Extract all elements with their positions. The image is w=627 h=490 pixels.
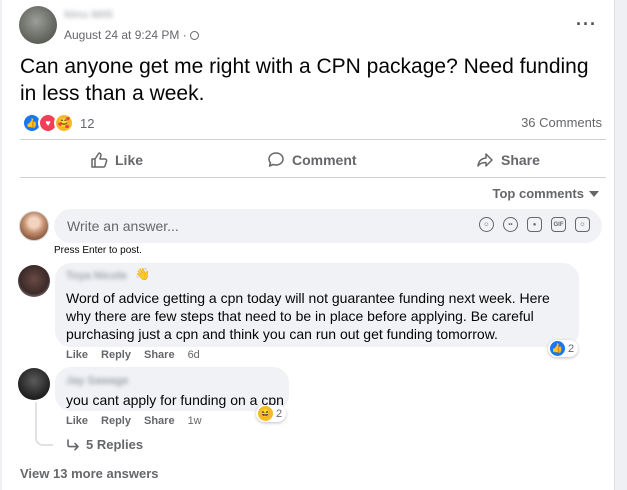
comment-reaction-count: 2: [276, 407, 283, 420]
like-reaction-icon: 👍: [550, 341, 565, 356]
comment-reply-link[interactable]: Reply: [101, 415, 131, 427]
share-button[interactable]: Share: [476, 151, 540, 169]
globe-icon: [189, 30, 199, 40]
comment-reactions[interactable]: 😆 2: [256, 405, 287, 422]
post-text: Can anyone get me right with a CPN packa…: [20, 55, 589, 105]
comment-reply-link[interactable]: Reply: [101, 349, 131, 361]
composer-tools: ☺ •• ● GIF ☺: [479, 217, 590, 232]
replies-label: 5 Replies: [86, 437, 144, 452]
gif-icon[interactable]: GIF: [551, 217, 566, 232]
sort-label: Top comments: [492, 186, 585, 201]
comment-actions: Like Reply Share 6d: [66, 349, 200, 361]
share-arrow-icon: [477, 153, 493, 167]
divider: [20, 177, 606, 178]
comment-like-link[interactable]: Like: [66, 415, 88, 427]
comment-label: Comment: [292, 152, 357, 168]
post-card: Ninu Milli August 24 at 9:24 PM · ··· Ca…: [2, 0, 615, 490]
comments-count[interactable]: 36 Comments: [521, 115, 602, 130]
sticker-icon[interactable]: ☺: [575, 217, 590, 232]
share-label: Share: [501, 152, 540, 168]
post-meta: August 24 at 9:24 PM ·: [64, 28, 199, 42]
commenter-avatar[interactable]: [18, 265, 50, 297]
reaction-count: 12: [80, 115, 95, 131]
answer-composer[interactable]: ☺ •• ● GIF ☺: [54, 209, 602, 243]
view-replies-link[interactable]: 5 Replies: [66, 437, 143, 452]
thread-connector: [35, 402, 53, 446]
post-author-name[interactable]: Ninu Milli: [64, 9, 113, 21]
comment-like-link[interactable]: Like: [66, 349, 88, 361]
reply-arrow-icon: [67, 438, 79, 450]
comment-share-link[interactable]: Share: [144, 349, 175, 361]
answer-input[interactable]: [65, 217, 449, 235]
emoji-icon[interactable]: ••: [503, 217, 518, 232]
like-button[interactable]: Like: [90, 151, 143, 169]
comment-actions: Like Reply Share 1w: [66, 415, 202, 427]
post-author-avatar[interactable]: [19, 6, 57, 44]
top-comments-dropdown[interactable]: Top comments: [492, 186, 599, 201]
comment-author[interactable]: Toya Nicole: [66, 270, 127, 282]
reaction-summary[interactable]: 👍 ♥ 🥰 12: [22, 113, 94, 133]
comment-reaction-count: 2: [568, 342, 575, 355]
like-label: Like: [115, 152, 144, 168]
more-options-icon[interactable]: ···: [576, 14, 597, 35]
current-user-avatar[interactable]: [19, 211, 49, 241]
comment-icon: [268, 152, 284, 167]
comment-author[interactable]: Jay Sawage: [66, 375, 128, 387]
comment-share-link[interactable]: Share: [144, 415, 175, 427]
avatar-sticker-icon[interactable]: ☺: [479, 217, 494, 232]
haha-reaction-icon: 😆: [258, 406, 273, 421]
comment-text: Word of advice getting a cpn today will …: [66, 290, 550, 342]
comment-button[interactable]: Comment: [267, 151, 357, 169]
divider: [20, 139, 606, 140]
comment-time[interactable]: 1w: [188, 415, 202, 427]
wave-badge-icon: 👋: [135, 267, 150, 281]
post-timestamp[interactable]: August 24 at 9:24 PM ·: [64, 28, 187, 42]
camera-icon[interactable]: ●: [527, 217, 542, 232]
comment-reactions[interactable]: 👍 2: [548, 340, 579, 357]
post-hint: Press Enter to post.: [54, 245, 142, 256]
comment-time[interactable]: 6d: [188, 349, 200, 361]
caret-down-icon: [589, 190, 599, 197]
view-more-answers-link[interactable]: View 13 more answers: [20, 466, 159, 481]
comment-text: you cant apply for funding on a cpn: [66, 392, 284, 408]
care-reaction-icon: 🥰: [54, 113, 74, 133]
thumbs-up-icon: [91, 152, 108, 168]
commenter-avatar[interactable]: [18, 368, 50, 400]
